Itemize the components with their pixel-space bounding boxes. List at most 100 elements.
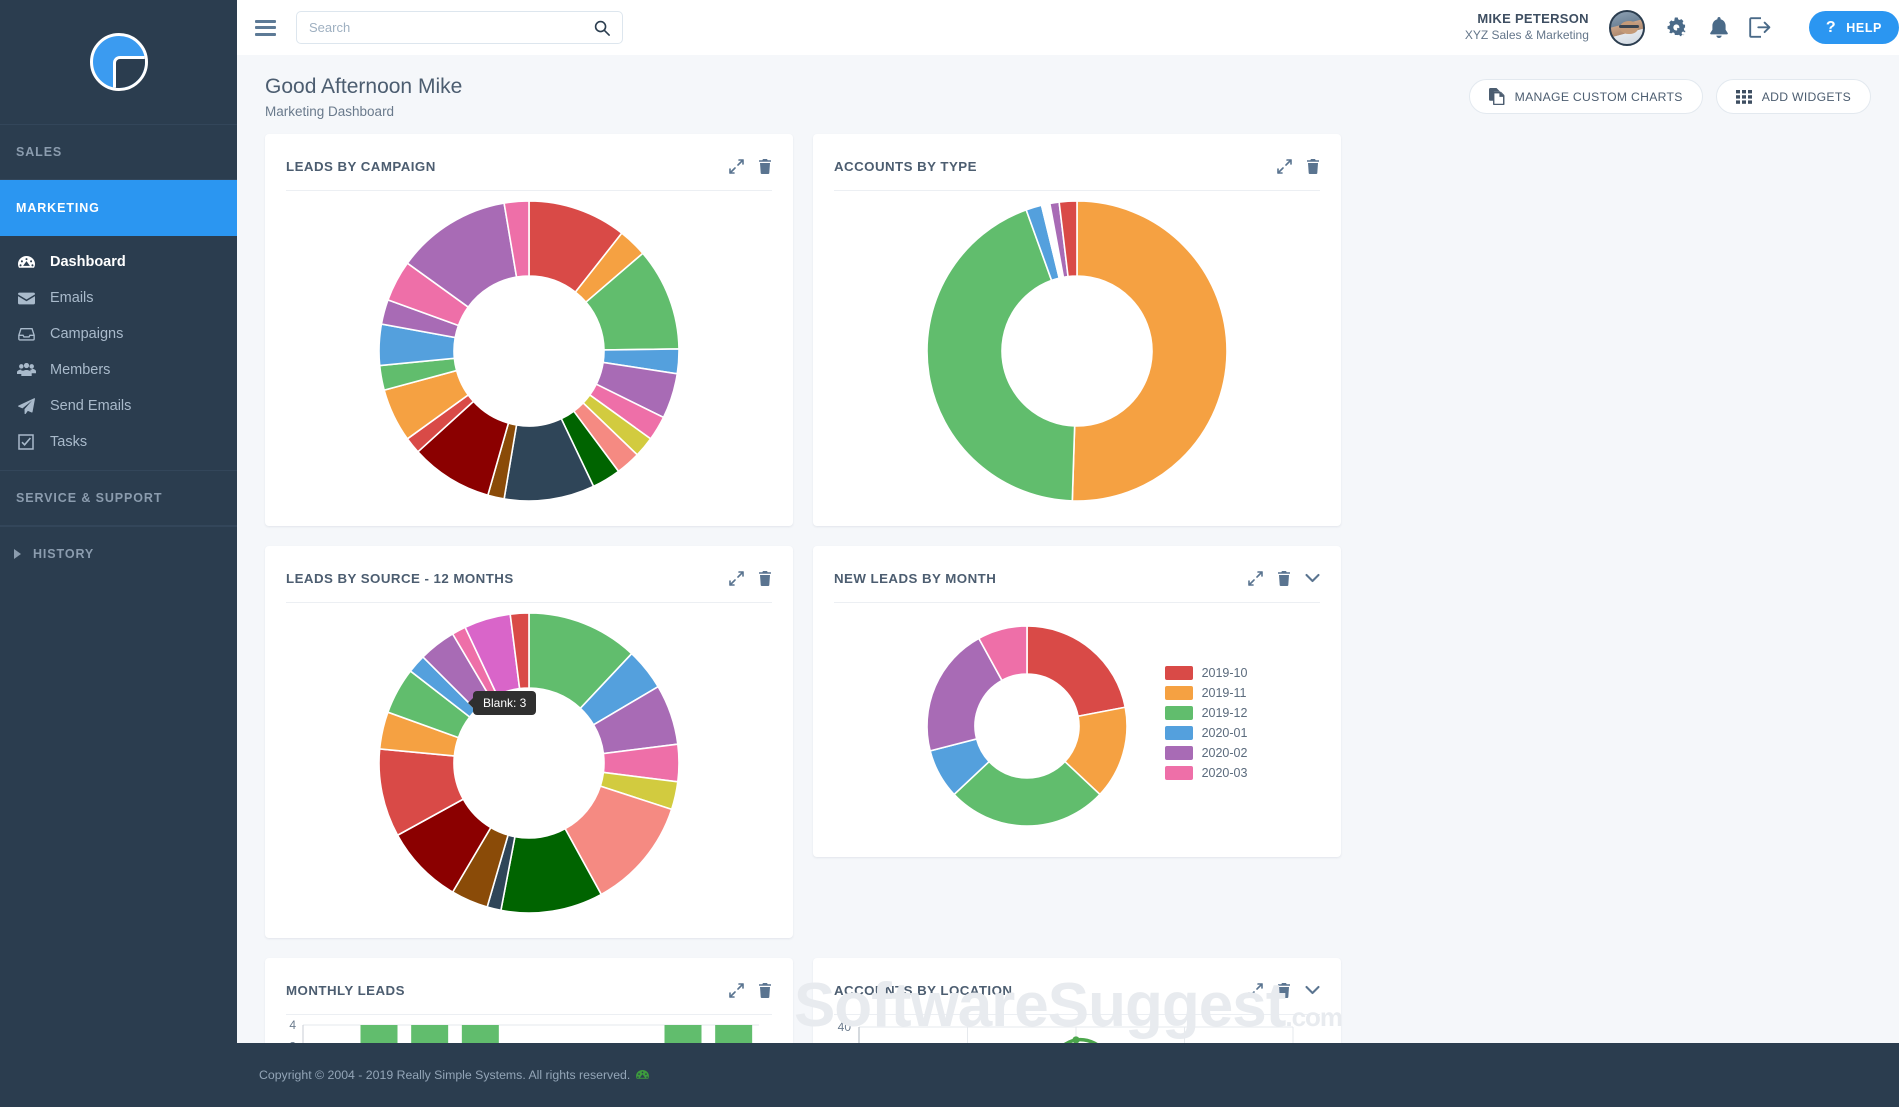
card-header: LEADS BY CAMPAIGN [265, 134, 793, 180]
delete-icon[interactable] [758, 983, 772, 998]
sidebar-item-emails[interactable]: Emails [0, 280, 237, 316]
card-header: ACCOUNTS BY TYPE [813, 134, 1341, 180]
delete-icon[interactable] [1277, 983, 1291, 998]
card-header: ACCOUNTS BY LOCATION [813, 958, 1341, 1004]
app-logo[interactable] [0, 0, 237, 124]
legend-label: 2019-12 [1202, 706, 1248, 720]
sidebar-section-label: SALES [16, 145, 62, 159]
legend-item[interactable]: 2020-01 [1165, 726, 1248, 740]
card-tools [729, 571, 772, 586]
sidebar-section-sales[interactable]: SALES [0, 124, 237, 180]
chevron-down-icon[interactable] [1305, 985, 1320, 995]
paper-plane-icon [16, 397, 36, 415]
logo-icon [90, 33, 148, 91]
sidebar-item-send-emails[interactable]: Send Emails [0, 388, 237, 424]
topbar: MIKE PETERSON XYZ Sales & Marketing [237, 0, 1899, 55]
sidebar-section-history[interactable]: HISTORY [0, 526, 237, 581]
chart-legend: 2019-10 2019-11 2019-12 2020-01 2020-02 2020-… [1165, 666, 1248, 780]
legend-swatch [1165, 726, 1193, 740]
legend-item[interactable]: 2020-03 [1165, 766, 1248, 780]
delete-icon[interactable] [1277, 571, 1291, 586]
card-tools [729, 983, 772, 998]
widget-accounts-by-type: ACCOUNTS BY TYPE [813, 134, 1341, 526]
sidebar-item-tasks[interactable]: Tasks [0, 424, 237, 460]
legend-item[interactable]: 2019-11 [1165, 686, 1248, 700]
legend-swatch [1165, 706, 1193, 720]
chevron-down-icon[interactable] [1305, 573, 1320, 583]
sidebar-item-label: Tasks [50, 434, 87, 450]
expand-icon[interactable] [729, 983, 744, 998]
search-input[interactable] [309, 20, 594, 35]
user-name: MIKE PETERSON [1465, 11, 1589, 28]
user-org: XYZ Sales & Marketing [1465, 28, 1589, 44]
legend-label: 2020-01 [1202, 726, 1248, 740]
y-tick-label: 40 [838, 1020, 852, 1034]
gears-icon[interactable] [1665, 17, 1689, 39]
search-icon[interactable] [594, 20, 610, 36]
delete-icon[interactable] [1306, 159, 1320, 174]
card-tools [1277, 159, 1320, 174]
help-label: HELP [1846, 21, 1882, 35]
chart-tooltip: Blank: 3 [473, 691, 536, 715]
legend-item[interactable]: 2020-02 [1165, 746, 1248, 760]
legend-label: 2019-10 [1202, 666, 1248, 680]
sidebar-item-members[interactable]: Members [0, 352, 237, 388]
widget-grid: LEADS BY CAMPAIGN [237, 119, 1899, 1107]
card-header: NEW LEADS BY MONTH [813, 546, 1341, 592]
search-box[interactable] [296, 11, 623, 44]
donut-slice[interactable] [1072, 201, 1227, 501]
chart-accounts-by-type [813, 191, 1341, 511]
question-mark-icon: ? [1826, 19, 1836, 37]
inbox-icon [16, 325, 36, 343]
donut-chart [887, 196, 1267, 506]
users-icon [16, 361, 36, 379]
legend-swatch [1165, 746, 1193, 760]
expand-icon[interactable] [1277, 159, 1292, 174]
widget-new-leads-by-month: NEW LEADS BY MONTH [813, 546, 1341, 857]
legend-swatch [1165, 666, 1193, 680]
add-widgets-label: ADD WIDGETS [1762, 90, 1851, 104]
card-title: ACCOUNTS BY LOCATION [834, 983, 1012, 998]
sidebar-item-campaigns[interactable]: Campaigns [0, 316, 237, 352]
sidebar-item-label: Campaigns [50, 326, 123, 342]
donut-chart [339, 196, 719, 506]
sidebar-item-label: Emails [50, 290, 94, 306]
footer-logo-icon [636, 1070, 649, 1081]
expand-icon[interactable] [729, 159, 744, 174]
card-title: MONTHLY LEADS [286, 983, 405, 998]
card-tools [1248, 983, 1320, 998]
donut-chart [907, 616, 1147, 831]
expand-icon[interactable] [729, 571, 744, 586]
page-title-group: Good Afternoon Mike Marketing Dashboard [265, 75, 462, 119]
chart-leads-by-source: Blank: 3 [265, 603, 793, 923]
manage-custom-charts-button[interactable]: MANAGE CUSTOM CHARTS [1469, 79, 1703, 114]
bell-icon[interactable] [1709, 17, 1729, 39]
card-title: LEADS BY CAMPAIGN [286, 159, 436, 174]
sidebar-section-service-support[interactable]: SERVICE & SUPPORT [0, 470, 237, 526]
widget-leads-by-source: LEADS BY SOURCE - 12 MONTHS [265, 546, 793, 938]
delete-icon[interactable] [758, 571, 772, 586]
logout-icon[interactable] [1749, 17, 1771, 38]
expand-icon[interactable] [1248, 983, 1263, 998]
legend-item[interactable]: 2019-12 [1165, 706, 1248, 720]
sidebar-item-dashboard[interactable]: Dashboard [0, 244, 237, 280]
avatar[interactable] [1609, 10, 1645, 46]
topbar-right: MIKE PETERSON XYZ Sales & Marketing [1465, 10, 1881, 46]
donut-slice[interactable] [1027, 626, 1125, 716]
page-head: Good Afternoon Mike Marketing Dashboard … [237, 55, 1899, 119]
check-square-icon [16, 433, 36, 451]
user-block[interactable]: MIKE PETERSON XYZ Sales & Marketing [1465, 11, 1589, 43]
legend-item[interactable]: 2019-10 [1165, 666, 1248, 680]
legend-swatch [1165, 686, 1193, 700]
sidebar-section-label: SERVICE & SUPPORT [16, 491, 162, 505]
card-header: LEADS BY SOURCE - 12 MONTHS [265, 546, 793, 592]
hamburger-icon[interactable] [255, 20, 276, 36]
delete-icon[interactable] [758, 159, 772, 174]
page-subtitle: Marketing Dashboard [265, 104, 462, 119]
add-widgets-button[interactable]: ADD WIDGETS [1716, 79, 1871, 114]
expand-icon[interactable] [1248, 571, 1263, 586]
legend-swatch [1165, 766, 1193, 780]
help-button[interactable]: ? HELP [1809, 11, 1899, 44]
sidebar-section-marketing[interactable]: MARKETING [0, 180, 237, 236]
dashboard-app: SALES MARKETING Dashboard Emails [0, 0, 1899, 1107]
